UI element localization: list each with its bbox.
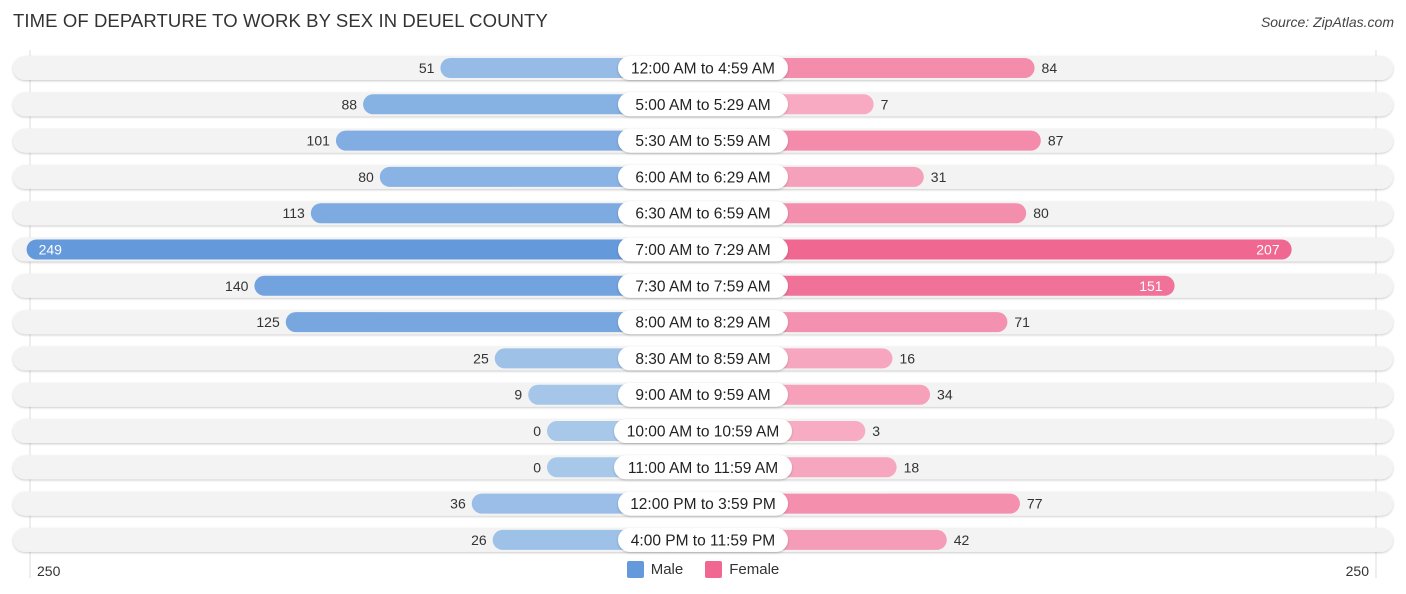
value-label-male: 88 [342, 96, 358, 112]
category-label: 7:00 AM to 7:29 AM [635, 242, 770, 259]
legend-label-male: Male [650, 561, 684, 578]
value-label-male: 80 [358, 169, 374, 185]
value-label-male: 0 [533, 459, 541, 475]
category-label: 10:00 AM to 10:59 AM [627, 424, 780, 441]
value-label-male: 249 [39, 242, 63, 258]
category-label: 5:30 AM to 5:59 AM [635, 133, 770, 150]
value-label-male: 26 [471, 532, 487, 548]
category-label: 12:00 PM to 3:59 PM [630, 496, 776, 513]
value-label-male: 36 [450, 496, 466, 512]
value-label-male: 101 [307, 133, 331, 149]
value-label-female: 7 [881, 96, 889, 112]
value-label-female: 34 [937, 387, 953, 403]
legend-item-male[interactable]: Male [626, 561, 684, 578]
value-label-male: 9 [514, 387, 522, 403]
bar-female [703, 239, 1292, 260]
value-label-female: 18 [904, 459, 920, 475]
value-label-female: 31 [931, 169, 947, 185]
value-label-male: 51 [419, 60, 435, 76]
value-label-male: 25 [473, 350, 489, 366]
category-label: 7:30 AM to 7:59 AM [635, 278, 770, 295]
category-label: 6:00 AM to 6:29 AM [635, 169, 770, 186]
value-label-female: 87 [1048, 133, 1064, 149]
value-label-male: 140 [225, 278, 249, 294]
value-label-female: 207 [1256, 242, 1280, 258]
value-label-female: 80 [1033, 205, 1049, 221]
category-label: 11:00 AM to 11:59 AM [628, 460, 778, 477]
category-label: 4:00 PM to 11:59 PM [631, 532, 775, 549]
category-label: 12:00 AM to 4:59 AM [631, 61, 775, 78]
legend-swatch-male [626, 561, 644, 578]
category-label: 9:00 AM to 9:59 AM [635, 387, 770, 404]
value-label-female: 16 [899, 350, 915, 366]
value-label-male: 125 [256, 314, 280, 330]
value-label-male: 113 [283, 205, 306, 221]
value-label-female: 71 [1014, 314, 1030, 330]
legend-item-female[interactable]: Female [705, 561, 779, 578]
value-label-female: 84 [1042, 60, 1058, 76]
category-label: 6:30 AM to 6:59 AM [635, 206, 770, 223]
legend-swatch-female [705, 561, 723, 578]
category-label: 8:00 AM to 8:29 AM [635, 315, 770, 332]
category-label: 8:30 AM to 8:59 AM [635, 351, 770, 368]
bar-male [26, 239, 703, 260]
legend: Male Female [0, 561, 1406, 578]
value-label-male: 0 [533, 423, 541, 439]
legend-label-female: Female [729, 561, 780, 578]
value-label-female: 3 [872, 423, 880, 439]
category-label: 5:00 AM to 5:29 AM [635, 97, 770, 114]
value-label-female: 151 [1139, 278, 1163, 294]
diverging-bar-chart: 51 84 12:00 AM to 4:59 AM 88 7 5:00 AM to 5:2… [13, 50, 1393, 579]
value-label-female: 42 [954, 532, 970, 548]
value-label-female: 77 [1027, 496, 1043, 512]
